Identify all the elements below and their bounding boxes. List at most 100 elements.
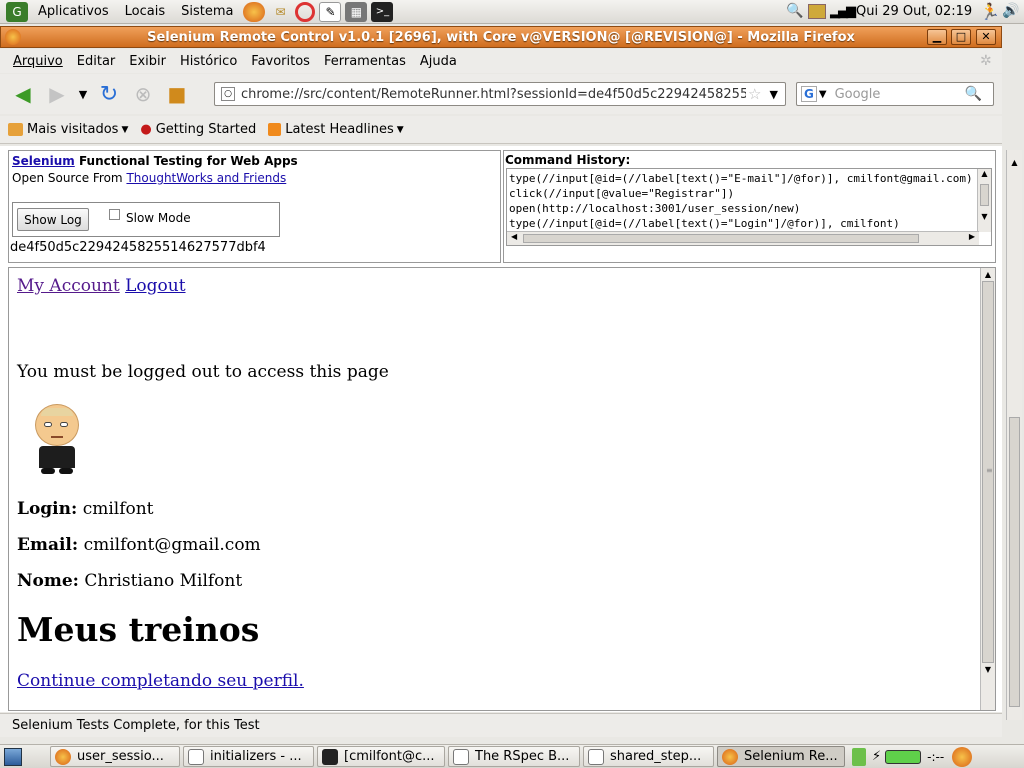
task-label: Selenium Re... bbox=[744, 749, 838, 764]
application-frame: My Account Logout You must be logged out… bbox=[8, 267, 996, 711]
bookmark-mais-visitados[interactable]: Mais visitados ▼ bbox=[8, 122, 128, 137]
url-input[interactable]: chrome://src/content/RemoteRunner.html?s… bbox=[241, 87, 746, 102]
task-terminal[interactable]: [cmilfont@c... bbox=[317, 746, 445, 767]
stop-icon[interactable]: ⊗ bbox=[128, 79, 158, 109]
task-label: shared_step... bbox=[610, 749, 702, 764]
menu-locais[interactable]: Locais bbox=[117, 4, 173, 19]
engine-dropdown-icon[interactable]: ▼ bbox=[819, 89, 827, 100]
window-title: Selenium Remote Control v1.0.1 [2696], w… bbox=[147, 29, 855, 45]
top-panel: G Aplicativos Locais Sistema ✉ ✎ ▦ >_ 🔍 … bbox=[0, 0, 1024, 24]
reload-icon[interactable]: ↻ bbox=[94, 79, 124, 109]
firefox-launcher-icon[interactable] bbox=[243, 1, 266, 22]
search-icon[interactable]: 🔍 bbox=[965, 86, 982, 102]
forward-arrow-icon[interactable]: ▶ bbox=[42, 79, 72, 109]
terminal-launcher-icon[interactable]: >_ bbox=[371, 1, 394, 22]
firefox-tray-icon[interactable] bbox=[952, 746, 973, 767]
calculator-launcher-icon[interactable]: ▦ bbox=[345, 1, 368, 22]
url-bar[interactable]: ○ chrome://src/content/RemoteRunner.html… bbox=[214, 82, 786, 106]
menu-favoritos[interactable]: Favoritos bbox=[244, 54, 317, 69]
flash-notice: You must be logged out to access this pa… bbox=[17, 362, 389, 382]
task-label: initializers - ... bbox=[210, 749, 302, 764]
bookmark-label: Mais visitados bbox=[27, 122, 119, 137]
volume-icon[interactable]: 🔊 bbox=[1002, 3, 1019, 19]
search-tray-icon[interactable]: 🔍 bbox=[786, 3, 803, 19]
mail-launcher-icon[interactable]: ✉ bbox=[269, 2, 291, 22]
back-arrow-icon[interactable]: ◀ bbox=[8, 79, 38, 109]
bookmarks-toolbar: Mais visitados ▼ ● Getting Started Lates… bbox=[0, 116, 1002, 144]
slow-mode-checkbox[interactable] bbox=[109, 209, 120, 220]
menu-arquivo[interactable]: Arquivo bbox=[6, 54, 70, 69]
terminal-icon bbox=[322, 748, 338, 765]
bookmark-label: Getting Started bbox=[155, 122, 257, 137]
field-label: Login: bbox=[17, 499, 78, 519]
my-account-link[interactable]: My Account bbox=[17, 276, 120, 296]
power-plug-icon[interactable]: ⚡ bbox=[872, 749, 881, 764]
user-switch-icon[interactable]: 🏃 bbox=[980, 2, 1000, 21]
chevron-down-icon: ▼ bbox=[396, 124, 404, 135]
status-text: Selenium Tests Complete, for this Test bbox=[12, 718, 260, 733]
clock[interactable]: Qui 29 Out, 02:19 bbox=[856, 4, 972, 19]
menu-historico[interactable]: Histórico bbox=[173, 54, 244, 69]
avatar bbox=[29, 402, 85, 476]
bookmark-getting-started[interactable]: ● Getting Started bbox=[140, 122, 256, 137]
firefox-window-icon[interactable] bbox=[5, 29, 21, 45]
browser-vertical-scrollbar[interactable]: ▲ bbox=[1006, 150, 1022, 720]
network-signal-icon[interactable]: ▂▄▆ bbox=[830, 4, 856, 19]
help-launcher-icon[interactable] bbox=[295, 1, 316, 22]
gnome-foot-icon[interactable]: G bbox=[6, 1, 28, 22]
throbber-icon: ✲ bbox=[980, 53, 992, 69]
menu-aplicativos[interactable]: Aplicativos bbox=[30, 4, 117, 19]
task-initializers[interactable]: initializers - ... bbox=[183, 746, 314, 767]
menu-ajuda[interactable]: Ajuda bbox=[413, 54, 464, 69]
maximize-button[interactable]: □ bbox=[951, 29, 971, 45]
battery-icon[interactable] bbox=[885, 749, 922, 764]
command-vertical-scrollbar[interactable]: ▲ ▼ bbox=[977, 169, 991, 232]
minimize-button[interactable]: ▁ bbox=[927, 29, 947, 45]
window-titlebar[interactable]: Selenium Remote Control v1.0.1 [2696], w… bbox=[0, 26, 1002, 48]
menu-exibir[interactable]: Exibir bbox=[122, 54, 173, 69]
bookmark-label: Latest Headlines bbox=[285, 122, 394, 137]
history-dropdown-icon[interactable]: ▼ bbox=[76, 79, 90, 109]
slow-mode-label: Slow Mode bbox=[126, 211, 191, 225]
field-value: cmilfont bbox=[82, 499, 154, 519]
menu-editar[interactable]: Editar bbox=[70, 54, 123, 69]
field-value: Christiano Milfont bbox=[84, 571, 243, 591]
page-icon: ○ bbox=[221, 87, 235, 101]
task-selenium[interactable]: Selenium Re... bbox=[717, 746, 845, 767]
command-line: type(//input[@id=(//label[text()="Login"… bbox=[509, 217, 900, 230]
menu-ferramentas[interactable]: Ferramentas bbox=[317, 54, 413, 69]
search-box[interactable]: G ▼ Google 🔍 bbox=[796, 82, 994, 106]
bookmark-star-icon[interactable]: ☆ bbox=[748, 85, 761, 103]
session-id: de4f50d5c2294245825514627577dbf4 bbox=[10, 240, 266, 255]
show-log-button[interactable]: Show Log bbox=[17, 208, 89, 231]
url-dropdown-icon[interactable]: ▼ bbox=[769, 88, 777, 101]
selenium-link[interactable]: Selenium bbox=[12, 154, 75, 168]
task-rspec[interactable]: The RSpec B... bbox=[448, 746, 580, 767]
menu-bar: Arquivo Editar Exibir Histórico Favorito… bbox=[0, 49, 1002, 73]
home-icon[interactable]: ■ bbox=[162, 79, 192, 109]
selenium-tagline: Functional Testing for Web Apps bbox=[78, 154, 298, 168]
app-vertical-scrollbar[interactable]: ▲ ≡ ▼ bbox=[980, 268, 995, 710]
updates-tray-icon[interactable] bbox=[808, 4, 826, 19]
command-line: open(http://localhost:3001/user_session/… bbox=[509, 202, 801, 215]
task-label: [cmilfont@c... bbox=[344, 749, 435, 764]
show-desktop-icon[interactable] bbox=[4, 747, 22, 766]
text-editor-icon bbox=[588, 748, 604, 765]
command-horizontal-scrollbar[interactable]: ◀ ▶ bbox=[507, 231, 979, 245]
task-shared-steps[interactable]: shared_step... bbox=[583, 746, 714, 767]
thoughtworks-link[interactable]: ThoughtWorks and Friends bbox=[126, 171, 286, 185]
selenium-header-frame: Selenium Functional Testing for Web Apps… bbox=[8, 150, 501, 263]
bookmark-latest-headlines[interactable]: Latest Headlines ▼ bbox=[268, 122, 404, 137]
text-editor-launcher-icon[interactable]: ✎ bbox=[319, 1, 342, 22]
continue-profile-link[interactable]: Continue completando seu perfil. bbox=[17, 671, 304, 691]
search-input[interactable]: Google bbox=[835, 87, 965, 102]
close-button[interactable]: ✕ bbox=[976, 29, 996, 45]
chevron-down-icon: ▼ bbox=[121, 124, 129, 135]
command-history-box[interactable]: type(//input[@id=(//label[text()="E-mail… bbox=[506, 168, 992, 246]
menu-sistema[interactable]: Sistema bbox=[173, 4, 241, 19]
task-user-session[interactable]: user_sessio... bbox=[50, 746, 180, 767]
bottom-panel: user_sessio... initializers - ... [cmilf… bbox=[0, 744, 1024, 768]
logout-link[interactable]: Logout bbox=[125, 276, 185, 296]
google-engine-icon[interactable]: G bbox=[801, 86, 817, 102]
trash-icon[interactable] bbox=[852, 747, 866, 766]
